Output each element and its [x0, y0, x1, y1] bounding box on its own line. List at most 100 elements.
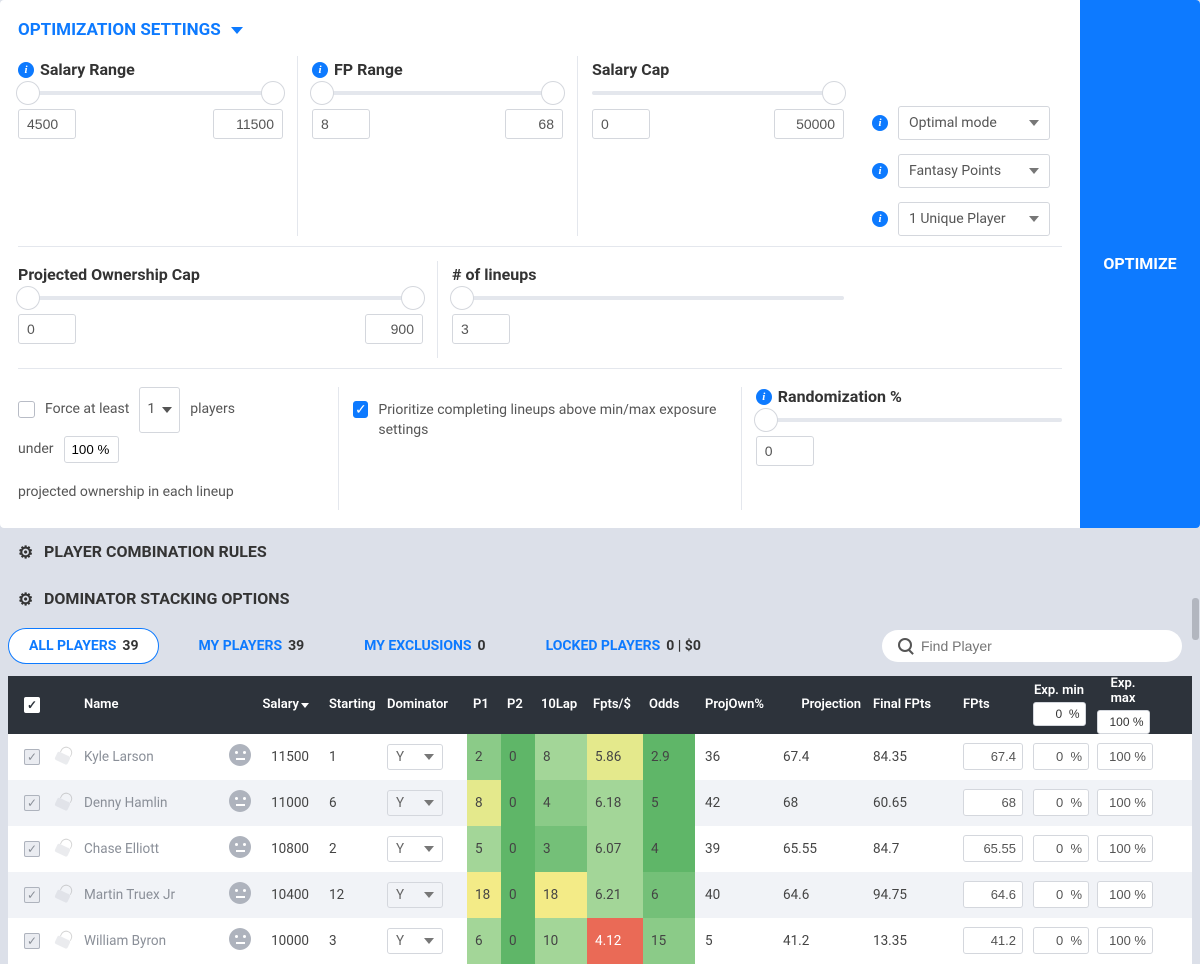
cell-fpts-per-dollar: 6.18	[587, 780, 643, 826]
dominator-select[interactable]: Y	[387, 790, 443, 816]
exp-max-input[interactable]	[1097, 927, 1153, 954]
table-row: ✓William Byron100003Y60104.1215541.213.3…	[8, 918, 1192, 964]
col-starting[interactable]: Starting	[315, 697, 381, 712]
exp-min-input[interactable]	[1033, 927, 1089, 954]
num-lineups-slider[interactable]	[452, 296, 844, 300]
fpts-input[interactable]	[963, 789, 1023, 816]
col-10lap[interactable]: 10Lap	[535, 697, 587, 712]
lock-icon[interactable]	[53, 882, 74, 903]
lock-icon[interactable]	[53, 928, 74, 949]
col-final-fpts[interactable]: Final FPts	[867, 697, 957, 712]
col-p1[interactable]: P1	[467, 697, 501, 712]
proj-own-cap-max[interactable]	[365, 314, 423, 344]
optimize-button[interactable]: OPTIMIZE	[1080, 0, 1200, 528]
dominator-select[interactable]: Y	[387, 928, 443, 954]
tab-all-players[interactable]: ALL PLAYERS39	[8, 628, 159, 664]
chevron-down-icon	[231, 27, 243, 34]
unique-player-select[interactable]: 1 Unique Player	[898, 202, 1050, 236]
row-checkbox[interactable]: ✓	[24, 749, 40, 765]
row-checkbox[interactable]: ✓	[24, 841, 40, 857]
cell-final-fpts: 13.35	[867, 933, 957, 949]
cell-10lap: 10	[535, 918, 587, 964]
cell-starting: 12	[315, 887, 381, 903]
force-pct-input[interactable]	[64, 436, 119, 463]
salary-range-max[interactable]	[213, 109, 283, 139]
cell-p2: 0	[501, 918, 535, 964]
face-icon	[229, 836, 251, 858]
force-count-select[interactable]: 1	[139, 387, 180, 433]
randomization-input[interactable]	[756, 436, 814, 466]
select-all-checkbox[interactable]: ✓	[24, 697, 40, 713]
col-odds[interactable]: Odds	[643, 697, 695, 712]
fpts-input[interactable]	[963, 881, 1023, 908]
salary-cap-max[interactable]	[774, 109, 844, 139]
col-fpts[interactable]: FPts	[957, 697, 1027, 712]
optimization-settings-toggle[interactable]: OPTIMIZATION SETTINGS	[18, 10, 1062, 56]
dominator-stacking-toggle[interactable]: DOMINATOR STACKING OPTIONS	[0, 575, 1200, 622]
salary-range-slider[interactable]	[18, 91, 283, 95]
face-icon	[229, 790, 251, 812]
player-combination-rules-toggle[interactable]: PLAYER COMBINATION RULES	[0, 528, 1200, 575]
table-row: ✓Kyle Larson115001Y2085.862.93667.484.35	[8, 734, 1192, 780]
num-lineups-input[interactable]	[452, 314, 510, 344]
optimal-mode-select[interactable]: Optimal mode	[898, 106, 1050, 140]
exp-min-header-input[interactable]	[1033, 702, 1086, 726]
exp-max-input[interactable]	[1097, 835, 1153, 862]
cell-final-fpts: 60.65	[867, 795, 957, 811]
salary-range-min[interactable]	[18, 109, 76, 139]
salary-cap-min[interactable]	[592, 109, 650, 139]
salary-cap-label: Salary Cap	[592, 60, 669, 79]
search-box[interactable]	[882, 630, 1182, 662]
col-projection[interactable]: Projection	[777, 697, 867, 712]
scrollbar-thumb[interactable]	[1192, 598, 1199, 640]
lock-icon[interactable]	[53, 744, 74, 765]
salary-cap-slider[interactable]	[592, 91, 844, 95]
col-exp-min[interactable]: Exp. min	[1027, 683, 1091, 726]
fp-range-slider[interactable]	[312, 91, 563, 95]
col-fpts-per-dollar[interactable]: Fpts/$	[587, 697, 643, 712]
row-checkbox[interactable]: ✓	[24, 795, 40, 811]
lock-icon[interactable]	[53, 790, 74, 811]
tab-locked-players[interactable]: LOCKED PLAYERS0 | $0	[525, 628, 722, 664]
metric-select[interactable]: Fantasy Points	[898, 154, 1050, 188]
search-input[interactable]	[921, 638, 1166, 654]
fpts-input[interactable]	[963, 927, 1023, 954]
row-checkbox[interactable]: ✓	[24, 887, 40, 903]
col-p2[interactable]: P2	[501, 697, 535, 712]
col-salary[interactable]: Salary	[255, 697, 315, 712]
col-dominator[interactable]: Dominator	[381, 697, 467, 712]
exp-min-input[interactable]	[1033, 835, 1089, 862]
tab-my-players[interactable]: MY PLAYERS39	[177, 628, 325, 664]
prioritize-checkbox[interactable]: ✓	[353, 401, 368, 418]
exp-max-input[interactable]	[1097, 881, 1153, 908]
exp-min-input[interactable]	[1033, 789, 1089, 816]
col-proj-own[interactable]: ProjOwn%	[695, 697, 777, 712]
exp-min-input[interactable]	[1033, 881, 1089, 908]
col-name[interactable]: Name	[78, 697, 223, 712]
exp-max-input[interactable]	[1097, 743, 1153, 770]
randomization-slider[interactable]	[756, 418, 1062, 422]
dominator-select[interactable]: Y	[387, 882, 443, 908]
fpts-input[interactable]	[963, 743, 1023, 770]
proj-own-cap-label: Projected Ownership Cap	[18, 265, 200, 284]
row-checkbox[interactable]: ✓	[24, 933, 40, 949]
fpts-input[interactable]	[963, 835, 1023, 862]
exp-max-header-input[interactable]	[1097, 710, 1150, 734]
dominator-select[interactable]: Y	[387, 836, 443, 862]
force-label-4: projected ownership in each lineup	[18, 476, 234, 510]
lock-icon[interactable]	[53, 836, 74, 857]
exp-min-input[interactable]	[1033, 743, 1089, 770]
fp-range-max[interactable]	[505, 109, 563, 139]
dominator-select[interactable]: Y	[387, 744, 443, 770]
cell-10lap: 3	[535, 826, 587, 872]
cell-10lap: 8	[535, 734, 587, 780]
proj-own-cap-min[interactable]	[18, 314, 76, 344]
cell-10lap: 18	[535, 872, 587, 918]
exp-max-input[interactable]	[1097, 789, 1153, 816]
tab-my-exclusions[interactable]: MY EXCLUSIONS0	[343, 628, 506, 664]
force-at-least-checkbox[interactable]	[18, 401, 35, 418]
fp-range-min[interactable]	[312, 109, 370, 139]
proj-own-cap-slider[interactable]	[18, 296, 423, 300]
cell-p2: 0	[501, 780, 535, 826]
col-exp-max[interactable]: Exp. max	[1091, 676, 1155, 734]
